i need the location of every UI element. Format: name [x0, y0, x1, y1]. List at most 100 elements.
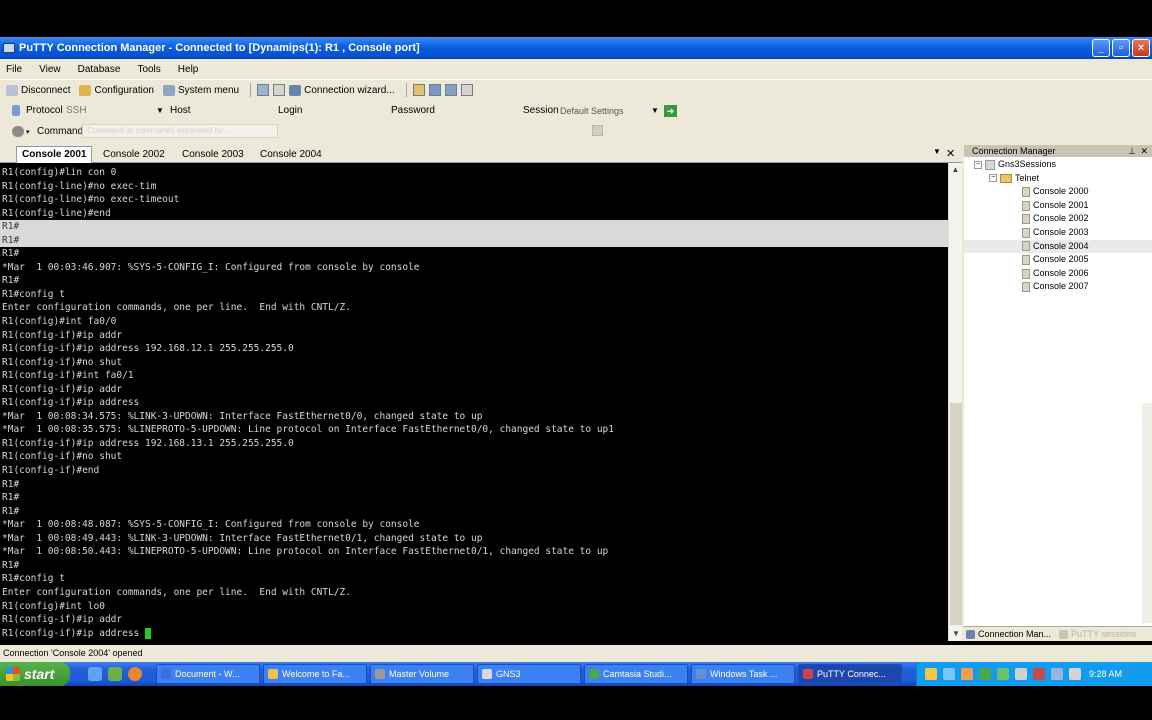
session-icon: [1022, 200, 1030, 211]
start-label: start: [24, 666, 55, 682]
session-select[interactable]: Default Settings: [560, 106, 624, 116]
send-command-icon[interactable]: [592, 125, 603, 136]
terminal-line: Enter configuration commands, one per li…: [2, 302, 351, 314]
collapse-icon[interactable]: −: [974, 160, 982, 169]
tab-connection-manager[interactable]: Connection Man...: [964, 629, 1057, 639]
menu-help[interactable]: Help: [178, 64, 199, 75]
tab-putty-sessions[interactable]: PuTTY sessions: [1057, 629, 1142, 639]
scroll-down-icon[interactable]: ▼: [949, 627, 963, 641]
security-tray-icon[interactable]: [1033, 668, 1045, 680]
task-app-icon: [696, 669, 706, 679]
taskbar-button-label: Document - W...: [175, 669, 240, 679]
task-app-icon: [803, 669, 813, 679]
tab-console-2002[interactable]: Console 2002: [98, 147, 170, 163]
main-toolbar: Disconnect Configuration System menu Con…: [0, 79, 1152, 100]
layout-alt-icon[interactable]: [273, 84, 286, 96]
protocol-dropdown-icon[interactable]: ▼: [156, 106, 164, 115]
tree-folder-telnet[interactable]: − Telnet: [964, 172, 1152, 186]
display-tray-icon[interactable]: [1051, 668, 1063, 680]
taskbar-button[interactable]: GNS3: [477, 664, 581, 684]
window-title: PuTTY Connection Manager - Connected to …: [19, 42, 420, 54]
network-tray-icon[interactable]: [943, 668, 955, 680]
window-title-bar[interactable]: PuTTY Connection Manager - Connected to …: [0, 37, 1152, 59]
close-button[interactable]: ×: [1132, 39, 1150, 57]
scroll-thumb[interactable]: [950, 403, 962, 625]
tab-connection-manager-label: Connection Man...: [978, 629, 1052, 639]
tab-list-dropdown-icon[interactable]: ▼: [933, 147, 941, 156]
minimize-button[interactable]: _: [1092, 39, 1110, 57]
camtasia-tray-icon[interactable]: [979, 668, 991, 680]
taskbar-button[interactable]: Camtasia Studi...: [584, 664, 688, 684]
tree-item-label: Console 2007: [1033, 281, 1089, 292]
tree-item-console-2000[interactable]: Console 2000: [964, 185, 1152, 199]
maximize-button[interactable]: ▫: [1112, 39, 1130, 57]
system-tray: 9:28 AM: [916, 662, 1152, 686]
terminal-scrollbar[interactable]: ▲ ▼: [948, 163, 962, 641]
menu-tools[interactable]: Tools: [137, 64, 160, 75]
open-folder-icon[interactable]: [412, 84, 425, 96]
pin-icon[interactable]: ⊥: [1128, 145, 1136, 157]
menu-view[interactable]: View: [39, 64, 61, 75]
terminal-line: R1(config-if)#ip address 192.168.12.1 25…: [2, 343, 294, 355]
firefox-icon[interactable]: [128, 667, 142, 681]
tree-item-label: Console 2001: [1033, 199, 1089, 210]
taskbar-button[interactable]: PuTTY Connec...: [798, 664, 902, 684]
menu-file[interactable]: File: [6, 64, 22, 75]
terminal-line: R1(config-if)#ip address: [0, 627, 948, 641]
tree-item-console-2004[interactable]: Console 2004: [964, 239, 1152, 254]
start-button[interactable]: start: [0, 662, 70, 686]
save-all-icon[interactable]: [444, 84, 457, 96]
connection-wizard-button[interactable]: Connection wizard...: [289, 84, 395, 96]
help-tray-icon[interactable]: [925, 668, 937, 680]
show-desktop-icon[interactable]: [108, 667, 122, 681]
terminal-line: R1(config)#lin con 0: [2, 167, 117, 178]
session-icon: [1022, 254, 1030, 265]
protocol-select[interactable]: SSH: [66, 105, 87, 116]
command-dropdown-icon[interactable]: ▾: [26, 128, 30, 136]
menu-database[interactable]: Database: [78, 64, 121, 75]
tab-console-2001[interactable]: Console 2001: [16, 146, 93, 164]
tree-item-console-2003[interactable]: Console 2003: [964, 226, 1152, 240]
taskbar-button[interactable]: Document - W...: [156, 664, 260, 684]
volume-tray-icon[interactable]: [1015, 668, 1027, 680]
taskbar-button[interactable]: Welcome to Fa...: [263, 664, 367, 684]
tree-item-console-2005[interactable]: Console 2005: [964, 253, 1152, 267]
disabled-tool-icon: [460, 84, 473, 96]
connect-go-icon[interactable]: ➜: [664, 104, 677, 117]
command-input[interactable]: Command or commands separated by ...: [82, 124, 278, 138]
disconnect-icon: [6, 84, 18, 96]
tab-close-icon[interactable]: ✕: [946, 147, 955, 160]
configuration-button[interactable]: Configuration: [79, 84, 154, 96]
toolbar-separator: [250, 83, 252, 97]
ie-icon[interactable]: [88, 667, 102, 681]
task-app-icon: [375, 669, 385, 679]
tree-item-console-2007[interactable]: Console 2007: [964, 280, 1152, 294]
collapse-icon[interactable]: −: [989, 174, 997, 183]
tab-console-2004[interactable]: Console 2004: [255, 147, 327, 163]
panel-close-icon[interactable]: ✕: [1140, 145, 1148, 157]
login-label: Login: [278, 105, 303, 116]
system-menu-button[interactable]: System menu: [162, 84, 239, 96]
panel-scrollbar[interactable]: [1142, 403, 1152, 623]
firefox-tray-icon[interactable]: [961, 668, 973, 680]
session-dropdown-icon[interactable]: ▼: [651, 106, 659, 115]
terminal-line: R1(config-if)#ip addr: [2, 383, 123, 395]
terminal-line: R1(config-line)#no exec-tim: [2, 180, 157, 192]
task-app-icon: [161, 669, 171, 679]
layout-icon[interactable]: [257, 84, 270, 96]
speaker-tray-icon[interactable]: [1069, 668, 1081, 680]
taskbar-button[interactable]: Windows Task ...: [691, 664, 795, 684]
tree-item-console-2001[interactable]: Console 2001: [964, 199, 1152, 213]
terminal-console[interactable]: R1(config)#lin con 0 R1(config-line)#no e…: [0, 163, 948, 641]
taskbar-button-label: Welcome to Fa...: [282, 669, 350, 679]
monitor-tray-icon[interactable]: [997, 668, 1009, 680]
save-icon[interactable]: [428, 84, 441, 96]
tab-console-2003[interactable]: Console 2003: [177, 147, 249, 163]
tree-item-console-2006[interactable]: Console 2006: [964, 267, 1152, 281]
taskbar-button[interactable]: Master Volume: [370, 664, 474, 684]
tree-root[interactable]: − Gns3Sessions: [964, 158, 1152, 172]
disconnect-button[interactable]: Disconnect: [6, 84, 70, 96]
tree-item-console-2002[interactable]: Console 2002: [964, 212, 1152, 226]
tree-item-label: Console 2005: [1033, 254, 1089, 265]
scroll-up-icon[interactable]: ▲: [949, 163, 962, 177]
